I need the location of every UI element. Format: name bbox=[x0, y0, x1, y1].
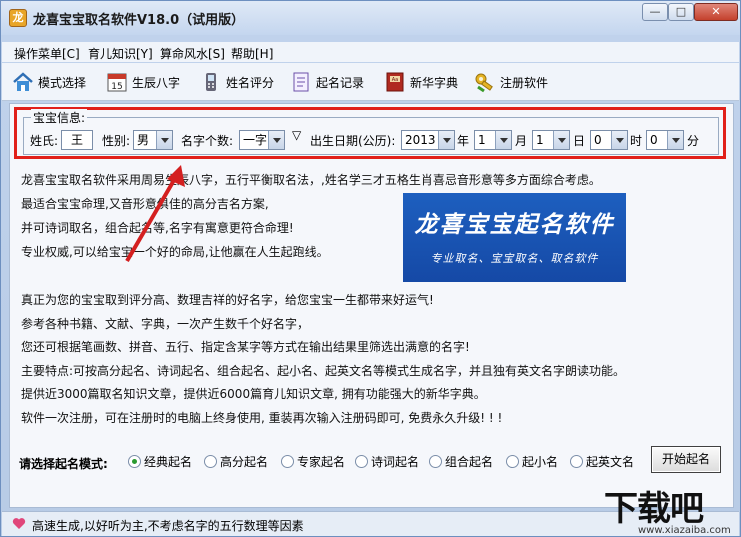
radio-icon[interactable] bbox=[281, 455, 294, 468]
mode-radio-high-score[interactable]: 高分起名 bbox=[204, 453, 268, 470]
day-unit: 日 bbox=[573, 134, 586, 148]
radio-icon[interactable] bbox=[506, 455, 519, 468]
name-length-select[interactable]: 一字 bbox=[239, 130, 285, 150]
watermark-logo: 下载吧 www.xiazaiba.com bbox=[604, 481, 740, 537]
year-unit: 年 bbox=[457, 134, 470, 148]
toolbar-register-button[interactable]: 注册软件 bbox=[474, 68, 548, 96]
menu-help[interactable]: 帮助[H] bbox=[231, 45, 273, 62]
surname-input[interactable]: 王 bbox=[61, 130, 93, 150]
mode-radio-english[interactable]: 起英文名 bbox=[570, 453, 634, 470]
birth-date-label: 出生日期(公历): bbox=[310, 134, 396, 148]
toolbar: 模式选择 15 生辰八字 姓名评分 起名记录 Aa 新华字典 注册软件 bbox=[2, 63, 739, 101]
mode-radio-classic[interactable]: 经典起名 bbox=[128, 453, 192, 470]
radio-icon[interactable] bbox=[355, 455, 368, 468]
home-icon bbox=[12, 71, 34, 93]
menu-fortune[interactable]: 算命风水[S] bbox=[160, 45, 225, 62]
birth-year-select[interactable]: 2013 bbox=[401, 130, 455, 150]
chevron-down-icon[interactable] bbox=[611, 131, 627, 149]
toolbar-mode-select-button[interactable]: 模式选择 bbox=[12, 68, 86, 96]
dictionary-icon: Aa bbox=[384, 71, 406, 93]
radio-selected-icon[interactable] bbox=[128, 455, 141, 468]
close-button[interactable]: ✕ bbox=[694, 3, 738, 21]
chevron-down-icon[interactable] bbox=[268, 131, 284, 149]
radio-icon[interactable] bbox=[429, 455, 442, 468]
start-naming-button[interactable]: 开始起名 bbox=[651, 446, 721, 473]
birth-minute-select[interactable]: 0 bbox=[646, 130, 684, 150]
mode-radio-expert[interactable]: 专家起名 bbox=[281, 453, 345, 470]
toolbar-name-score-button[interactable]: 姓名评分 bbox=[200, 68, 274, 96]
description-line: 软件一次注册，可在注册时的电脑上终身使用, 重装再次输入注册码即可, 免费永久升… bbox=[21, 411, 503, 425]
chevron-down-icon[interactable] bbox=[495, 131, 511, 149]
calendar-icon: 15 bbox=[106, 71, 128, 93]
minute-unit: 分 bbox=[687, 134, 700, 148]
mode-radio-combination[interactable]: 组合起名 bbox=[429, 453, 493, 470]
toolbar-name-history-button[interactable]: 起名记录 bbox=[290, 68, 364, 96]
app-logo-icon: 龙 bbox=[9, 9, 27, 27]
description-line: 提供近3000篇取名知识文章，提供近6000篇育儿知识文章, 拥有功能强大的新华… bbox=[21, 387, 486, 401]
description-line: 龙喜宝宝取名软件采用周易生辰八字，五行平衡取名法，,姓名学三才五格生肖喜忌音形意… bbox=[21, 173, 601, 187]
radio-icon[interactable] bbox=[204, 455, 217, 468]
status-text: 高速生成,以好听为主,不考虑名字的五行数理等因素 bbox=[32, 519, 304, 533]
menu-operations[interactable]: 操作菜单[C] bbox=[14, 45, 80, 62]
app-window: 龙 龙喜宝宝取名软件V18.0（试用版） — □ ✕ 操作菜单[C] 育儿知识[… bbox=[0, 0, 741, 537]
banner-subtitle: 专业取名、宝宝取名、取名软件 bbox=[430, 252, 599, 265]
watermark-text: 下载吧 bbox=[604, 489, 704, 529]
product-banner: 龙喜宝宝起名软件 专业取名、宝宝取名、取名软件 bbox=[403, 193, 626, 282]
maximize-button[interactable]: □ bbox=[668, 3, 694, 21]
surname-label: 姓氏: bbox=[30, 134, 59, 148]
svg-text:15: 15 bbox=[111, 82, 122, 92]
menu-parenting[interactable]: 育儿知识[Y] bbox=[88, 45, 153, 62]
description-line: 您还可根据笔画数、拼音、五行、指定含某字等方式在输出结果里筛选出满意的名字! bbox=[21, 340, 470, 354]
notebook-icon bbox=[290, 71, 312, 93]
mode-radio-nickname[interactable]: 起小名 bbox=[506, 453, 558, 470]
toolbar-birth-chart-button[interactable]: 15 生辰八字 bbox=[106, 68, 180, 96]
toolbar-dictionary-button[interactable]: Aa 新华字典 bbox=[384, 68, 458, 96]
baby-info-title: 宝宝信息: bbox=[31, 109, 88, 126]
annotation-arrow bbox=[125, 165, 185, 263]
gender-select[interactable]: 男 bbox=[133, 130, 173, 150]
mode-label: 请选择起名模式: bbox=[19, 457, 108, 471]
chevron-down-icon[interactable] bbox=[667, 131, 683, 149]
birth-day-select[interactable]: 1 bbox=[532, 130, 570, 150]
birth-month-select[interactable]: 1 bbox=[474, 130, 512, 150]
chevron-down-icon[interactable] bbox=[156, 131, 172, 149]
watermark-url: www.xiazaiba.com bbox=[638, 525, 731, 536]
hour-unit: 时 bbox=[630, 134, 643, 148]
name-length-marker: ▽ bbox=[292, 128, 302, 142]
phone-icon bbox=[200, 71, 222, 93]
chevron-down-icon[interactable] bbox=[553, 131, 569, 149]
heart-icon bbox=[12, 518, 26, 529]
description-line: 主要特点:可按高分起名、诗词起名、组合起名、起小名、起英文名等模式生成名字，并且… bbox=[21, 364, 626, 378]
description-line: 真正为您的宝宝取到评分高、数理吉祥的好名字，给您宝宝一生都带来好运气! bbox=[21, 293, 434, 307]
birth-hour-select[interactable]: 0 bbox=[590, 130, 628, 150]
menu-bar: 操作菜单[C] 育儿知识[Y] 算命风水[S] 帮助[H] bbox=[2, 42, 739, 62]
gender-label: 性别: bbox=[102, 134, 131, 148]
name-length-label: 名字个数: bbox=[181, 134, 234, 148]
svg-text:Aa: Aa bbox=[392, 77, 398, 83]
mode-radio-poetry[interactable]: 诗词起名 bbox=[355, 453, 419, 470]
description-line: 参考各种书籍、文献、字典，一次产生数千个好名字， bbox=[21, 317, 310, 331]
window-title: 龙喜宝宝取名软件V18.0（试用版） bbox=[33, 13, 245, 28]
banner-title: 龙喜宝宝起名软件 bbox=[414, 212, 615, 238]
radio-icon[interactable] bbox=[570, 455, 583, 468]
title-bar[interactable]: 龙 龙喜宝宝取名软件V18.0（试用版） — □ ✕ bbox=[1, 1, 740, 35]
month-unit: 月 bbox=[515, 134, 528, 148]
key-icon bbox=[474, 71, 496, 93]
minimize-button[interactable]: — bbox=[642, 3, 668, 21]
chevron-down-icon[interactable] bbox=[438, 131, 454, 149]
